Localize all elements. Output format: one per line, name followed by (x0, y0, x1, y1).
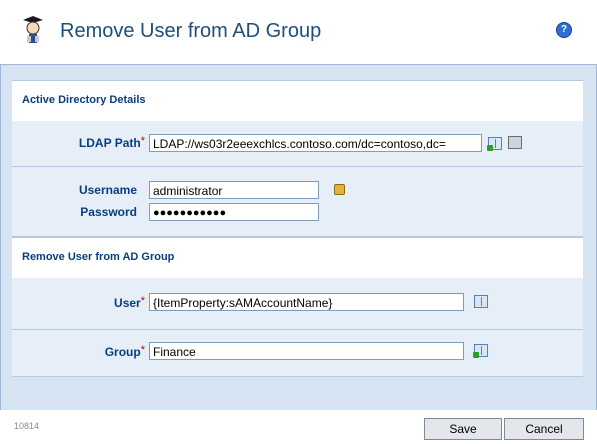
required-marker: * (140, 344, 145, 356)
required-marker: * (140, 295, 145, 307)
section-heading-remove-user: Remove User from AD Group (12, 237, 583, 279)
ldap-path-input[interactable]: LDAP://ws03r2eeexchlcs.contoso.com/dc=co… (149, 134, 482, 152)
save-button[interactable]: Save (424, 418, 502, 440)
password-label: Password (80, 205, 137, 219)
address-book-add-icon[interactable] (487, 137, 502, 151)
group-input[interactable]: Finance (149, 342, 464, 360)
address-book-icon[interactable] (474, 295, 488, 308)
address-book-add-icon[interactable] (473, 344, 488, 358)
password-input[interactable]: ●●●●●●●●●●● (149, 203, 319, 221)
header: Remove User from AD Group ? (0, 0, 597, 64)
ldap-path-row: LDAP Path* LDAP://ws03r2eeexchlcs.contos… (12, 121, 583, 167)
servers-icon[interactable] (508, 136, 522, 149)
user-input[interactable]: {ItemProperty:sAMAccountName} (149, 293, 464, 311)
help-icon[interactable]: ? (556, 22, 572, 38)
lock-icon (334, 184, 345, 195)
page-title: Remove User from AD Group (60, 20, 322, 42)
user-row: User* {ItemProperty:sAMAccountName} (12, 278, 583, 330)
group-row: Group* Finance (12, 330, 583, 377)
section-title: Remove User from AD Group (22, 251, 175, 263)
ldap-path-label: LDAP Path* (78, 135, 145, 150)
cancel-button[interactable]: Cancel (504, 418, 584, 440)
form-id: 10814 (14, 421, 40, 431)
group-label: Group* (104, 344, 145, 359)
username-label: Username (78, 183, 137, 197)
username-input[interactable]: administrator (149, 181, 319, 199)
credentials-row: Username administrator Password ●●●●●●●●… (12, 167, 583, 237)
section-heading-ad-details: Active Directory Details (12, 80, 583, 122)
required-marker: * (140, 135, 145, 147)
section-title: Active Directory Details (22, 94, 146, 106)
user-label: User* (114, 295, 145, 310)
workflow-logo-icon (23, 16, 43, 43)
